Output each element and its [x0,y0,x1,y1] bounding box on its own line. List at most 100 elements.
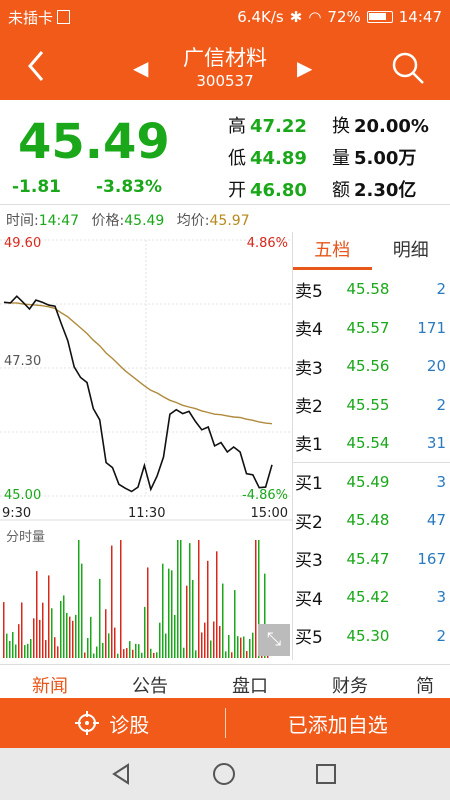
order-qty: 3 [436,588,446,607]
current-price: 45.49 [18,114,170,170]
volume-bar [186,585,188,658]
intraday-chart[interactable]: 49.60 4.86% 47.30 45.00 -4.86% 9:30 11:3… [0,232,292,660]
volume-bar [66,612,68,658]
volume-bar [240,637,242,658]
chart-info-line: 时间:14:47 价格:45.49 均价:45.97 [6,213,250,229]
diagnose-button[interactable]: 诊股 [0,709,225,738]
volume-bar [75,614,77,658]
price-change: -1.81 [12,177,61,197]
tab-five-levels[interactable]: 五档 [293,232,372,270]
tab-details[interactable]: 明细 [372,232,450,270]
time-start-label: 9:30 [2,506,32,521]
search-icon[interactable] [390,50,426,86]
order-qty: 171 [417,318,446,337]
volume-bar [48,575,50,658]
volume-bar [105,609,107,658]
volume-bar [177,540,179,658]
volume-bar [204,622,206,658]
open-stat: 开 46.80 [228,180,307,201]
price-change-percent: -3.83% [96,177,163,197]
battery-percent: 72% [327,8,361,26]
volume-bar [9,640,11,658]
order-row: 买1 45.49 3 [293,463,450,502]
low-stat: 低 44.89 [228,148,307,169]
volume-bar [180,540,182,658]
order-level: 卖1 [295,435,323,456]
time-mid-label: 11:30 [128,506,166,521]
volume-bar [102,642,104,658]
status-bar: 未插卡 6.4K/s ✱ ◠ 72% 14:47 [0,0,450,34]
volume-bar [138,644,140,658]
volume-bar [183,647,185,658]
order-book: 五档 明细 卖5 45.58 2 卖4 45.57 171 卖3 45.56 20 卖2 45.55… [292,232,450,660]
tab-profile[interactable]: 简 [400,665,450,698]
back-icon[interactable] [22,46,52,86]
order-qty: 3 [436,472,446,491]
volume-bar [171,570,173,658]
volume-bar [195,650,197,658]
volume-bar [63,595,65,658]
volume-bar [219,626,221,658]
tab-finance[interactable]: 财务 [300,665,400,698]
tab-news[interactable]: 新闻 [0,665,100,698]
order-qty: 2 [436,395,446,414]
volume-bar [27,643,29,658]
order-price: 45.47 [346,549,390,568]
volume-bar [147,567,149,658]
volume-bar [150,648,152,658]
volume-bar [225,651,227,658]
y-max-label: 49.60 [4,236,42,251]
order-row: 买4 45.42 3 [293,578,450,617]
sim-icon [57,10,71,24]
nav-back-icon[interactable] [110,762,134,786]
volume-bar [228,634,230,658]
pct-max-label: 4.86% [246,236,288,251]
volume-bar [45,640,47,658]
volume-bar [39,619,41,658]
volume-bar [231,652,233,658]
volume-bar [114,627,116,658]
volume-bar [156,652,158,658]
volume-bar [216,551,218,658]
volume-bar [144,606,146,658]
chart-svg [0,239,292,658]
volume-bar [24,645,26,658]
volume-bar [54,637,56,658]
volume-bar [135,643,137,658]
tab-market[interactable]: 盘口 [200,665,300,698]
volume-bar [252,632,254,658]
tab-announcements[interactable]: 公告 [100,665,200,698]
order-qty: 20 [426,357,446,376]
volume-bar [201,632,203,658]
volume-bar [57,646,59,658]
order-row: 卖2 45.55 2 [293,386,450,425]
volume-bar [36,571,38,658]
prev-arrow-icon[interactable]: ◀ [133,56,148,80]
order-row: 卖1 45.54 31 [293,424,450,463]
order-price: 45.48 [346,511,390,530]
volume-bar [93,653,95,658]
order-level: 买4 [295,589,323,610]
volume-label: 分时量 [6,530,46,545]
volume-bar [6,633,8,658]
added-watchlist-button[interactable]: 已添加自选 [226,709,450,738]
volume-bar [60,600,62,658]
volume-bar [108,633,110,658]
order-row: 买2 45.48 47 [293,501,450,540]
order-qty: 167 [417,549,446,568]
volume-bar [120,540,122,658]
nav-recent-icon[interactable] [314,762,338,786]
stock-code: 300537 [196,72,254,90]
avg-price-line [3,301,273,425]
volume-bar [243,636,245,658]
battery-icon [366,11,393,23]
order-price: 45.30 [346,626,390,645]
price-line [3,295,273,493]
expand-icon[interactable]: ⤡ [258,624,290,656]
volume-bar [237,636,239,658]
nav-home-icon[interactable] [212,762,236,786]
volume-bar [18,624,20,658]
next-arrow-icon[interactable]: ▶ [297,56,312,80]
order-qty: 2 [436,626,446,645]
system-nav-bar [0,748,450,800]
